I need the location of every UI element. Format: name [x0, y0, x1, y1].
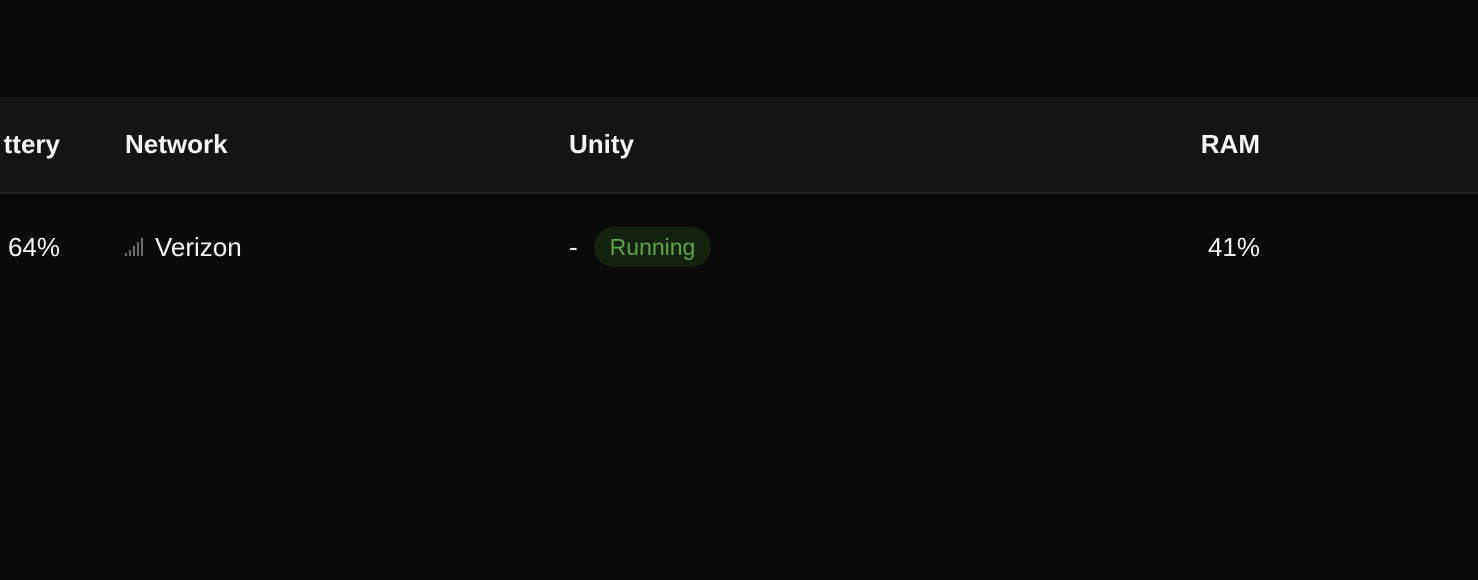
battery-value: 64%: [7, 231, 60, 262]
network-carrier: Verizon: [155, 231, 242, 262]
ram-value: 41%: [1207, 231, 1260, 262]
status-badge: Running: [593, 227, 712, 267]
column-header-network[interactable]: Network: [125, 97, 228, 192]
devices-table: ttery Network Unity RAM 64% Verizon - Ru…: [0, 97, 1478, 300]
column-header-unity[interactable]: Unity: [569, 97, 634, 192]
table-header-row: ttery Network Unity RAM: [0, 97, 1478, 194]
network-cell: Verizon: [125, 194, 242, 300]
unity-value: -: [569, 231, 578, 262]
unity-cell: - Running: [569, 194, 712, 300]
column-header-battery[interactable]: ttery: [4, 97, 60, 192]
signal-bars-icon: [125, 236, 143, 258]
column-header-ram[interactable]: RAM: [1201, 97, 1260, 192]
table-row[interactable]: 64% Verizon - Running 41%: [0, 194, 1478, 300]
